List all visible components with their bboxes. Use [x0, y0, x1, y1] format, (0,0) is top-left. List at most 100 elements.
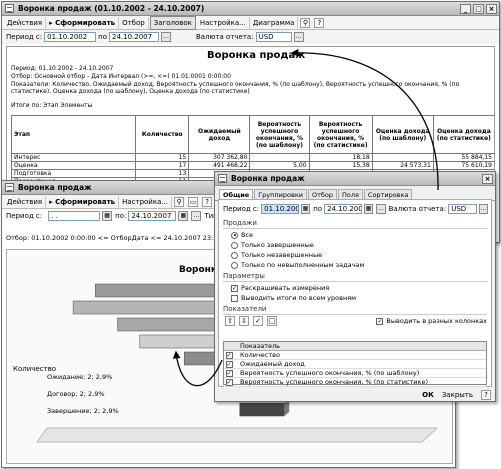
generate-button[interactable]: ▸ Сформировать: [46, 16, 120, 29]
settings-dialog: Воронка продаж × Общие Группировки Отбор…: [214, 171, 496, 402]
help-icon[interactable]: ?: [314, 17, 325, 28]
report-totals-line: Итоги по: Этап Элементы: [11, 102, 93, 109]
list-item[interactable]: ✓ Вероятность успешного окончания, % (по …: [224, 369, 486, 378]
col-prob-template: Вероятность успешного окончания, % (по ш…: [249, 115, 310, 154]
radio-icon[interactable]: [231, 261, 238, 269]
chart-to-calendar-button[interactable]: ▦: [178, 211, 189, 221]
minimize-icon[interactable]: _: [460, 3, 471, 14]
report-indicators-line: Показатели: Количество, Ожидаемый доход,…: [11, 81, 460, 88]
dialog-period-select-button[interactable]: …: [376, 204, 386, 214]
col-quantity: Количество: [135, 115, 190, 154]
currency-input[interactable]: USD: [255, 32, 292, 42]
dialog-period-from-input[interactable]: 01.10.2002: [261, 204, 299, 214]
close-button[interactable]: Закрыть: [442, 391, 473, 399]
table-row: Оценка 17 491 468,22 5,00 15,38 24 573,3…: [10, 161, 494, 170]
dialog-period-to-input[interactable]: 24.10.2007: [324, 204, 362, 214]
dialog-currency-select-button[interactable]: …: [478, 204, 489, 214]
report-title: Воронка продаж: [207, 50, 306, 61]
dialog-close-icon[interactable]: ×: [482, 173, 493, 184]
sales-option-all[interactable]: Все: [231, 231, 491, 239]
move-down-icon[interactable]: ⇩: [239, 316, 249, 326]
chart-data-label-6: Договор; 2; 2,9%: [47, 390, 105, 398]
chart-tree-icon[interactable]: ⚲: [174, 196, 185, 207]
actions-menu[interactable]: Действия: [4, 16, 47, 29]
period-select-button[interactable]: …: [160, 32, 171, 42]
header-button[interactable]: Заголовок: [149, 15, 196, 30]
chart-settings-button[interactable]: Настройка...: [119, 195, 173, 208]
dialog-title: Воронка продаж: [231, 174, 305, 183]
check-all-icon[interactable]: ✓: [253, 316, 263, 326]
chart-data-label-7: Завершение; 2; 2,9%: [47, 407, 119, 415]
window-icon: [5, 183, 14, 192]
report-indicators-line2: статистике), Оценка дохода (по шаблону),…: [11, 88, 250, 95]
chart-generate-button[interactable]: ▸ Сформировать: [46, 195, 120, 208]
chart-from-calendar-button[interactable]: ▦: [102, 211, 113, 221]
period-to-label: по: [98, 33, 107, 41]
chart-period-select-button[interactable]: …: [191, 211, 202, 221]
dialog-period-row: Период с: 01.10.2002 ▦ по 24.10.2007 ▦ ……: [219, 202, 491, 216]
param-color-dimensions[interactable]: ✓ Раскрашивать измерения: [231, 284, 491, 292]
indicators-section-header: Показатели: [223, 305, 487, 315]
checkbox-checked-icon[interactable]: ✓: [225, 351, 233, 359]
indicators-grid: Показатель ✓ Количество ✓ Ожидаемый доход …: [223, 341, 487, 387]
checkbox-checked-icon[interactable]: ✓: [225, 378, 233, 386]
main-toolbar: Действия ▸ Сформировать Отбор Заголовок …: [2, 15, 499, 30]
tree-icon[interactable]: ⚲: [300, 17, 311, 28]
chart-period-from-label: Период с:: [6, 212, 43, 220]
chart-help-icon[interactable]: ?: [202, 196, 213, 207]
indicators-grid-header: Показатель: [224, 342, 486, 351]
col-prob-stat: Вероятность успешного окончания, % (по с…: [308, 115, 373, 154]
period-to-input[interactable]: 24.10.2007: [108, 32, 159, 42]
list-item[interactable]: ✓ Количество: [224, 351, 486, 360]
col-est-stat: Оценка дохода (по статистике): [432, 115, 494, 154]
dialog-titlebar[interactable]: Воронка продаж ×: [215, 172, 495, 186]
currency-label: Валюта отчета:: [195, 33, 254, 41]
dialog-currency-label: Валюта отчета:: [388, 205, 447, 213]
sales-option-completed[interactable]: Только завершенные: [231, 241, 491, 249]
indicators-header-label: Показатель: [240, 342, 280, 350]
checkbox-checked-icon[interactable]: ✓: [231, 284, 238, 292]
move-up-icon[interactable]: ⇧: [225, 316, 235, 326]
checkbox-icon[interactable]: [231, 294, 238, 302]
sales-option-uncompleted[interactable]: Только незавершенные: [231, 251, 491, 259]
chart-period-to-input[interactable]: 24.10.2007: [128, 211, 177, 221]
main-window-title: Воронка продаж (01.10.2002 - 24.10.2007): [18, 4, 205, 13]
checkbox-checked-icon[interactable]: ✓: [376, 317, 384, 325]
params-section-header: Параметры: [223, 272, 487, 282]
main-titlebar[interactable]: Воронка продаж (01.10.2002 - 24.10.2007)…: [2, 2, 499, 16]
dialog-to-calendar-button[interactable]: ▦: [363, 204, 374, 214]
radio-icon[interactable]: [231, 241, 238, 249]
period-from-label: Период с:: [6, 33, 43, 41]
diagram-button[interactable]: Диаграмма: [250, 16, 299, 29]
show-in-columns-label: Выводить в разных колонках: [386, 317, 487, 325]
dialog-help-icon[interactable]: ?: [481, 390, 491, 400]
chart-data-label-5: Ожидание; 2; 2,9%: [47, 373, 112, 381]
window-icon: [5, 4, 14, 13]
radio-icon[interactable]: [231, 231, 238, 239]
close-icon[interactable]: ×: [486, 3, 497, 14]
radio-icon[interactable]: [231, 251, 238, 259]
filter-button[interactable]: Отбор: [119, 16, 149, 29]
dialog-from-calendar-button[interactable]: ▦: [300, 204, 311, 214]
list-item[interactable]: ✓ Ожидаемый доход: [224, 360, 486, 369]
currency-select-button[interactable]: …: [293, 32, 304, 42]
report-header-row: Этап Количество Ожидаемый доход Вероятно…: [10, 115, 494, 154]
param-totals-all-levels[interactable]: Выводить итоги по всем уровням: [231, 294, 491, 302]
settings-button[interactable]: Настройка...: [197, 16, 250, 29]
checkbox-checked-icon[interactable]: ✓: [225, 360, 233, 368]
list-item[interactable]: ✓ Вероятность успешного окончания, % (по …: [224, 378, 486, 387]
chart-print-icon[interactable]: ▭: [188, 196, 199, 207]
period-from-input[interactable]: 01.10.2002: [44, 32, 97, 42]
checkbox-checked-icon[interactable]: ✓: [225, 369, 233, 377]
ok-button[interactable]: ОК: [422, 391, 434, 399]
table-row: Интерес 15 307 362,80 18,18 55 884,15: [10, 153, 494, 162]
chart-period-from-input[interactable]: . .: [48, 211, 101, 221]
col-stage: Этап: [10, 115, 137, 154]
chart-actions-menu[interactable]: Действия: [4, 195, 47, 208]
report-period-line: Период: 01.10.2002 - 24.10.2007: [11, 65, 114, 72]
dialog-tab-content: Период с: 01.10.2002 ▦ по 24.10.2007 ▦ ……: [218, 199, 492, 387]
dialog-currency-input[interactable]: USD: [448, 204, 477, 214]
sales-option-open-tasks[interactable]: Только по невыполненным задачам: [231, 261, 491, 269]
maximize-icon[interactable]: □: [473, 3, 484, 14]
uncheck-all-icon[interactable]: □: [267, 316, 277, 326]
